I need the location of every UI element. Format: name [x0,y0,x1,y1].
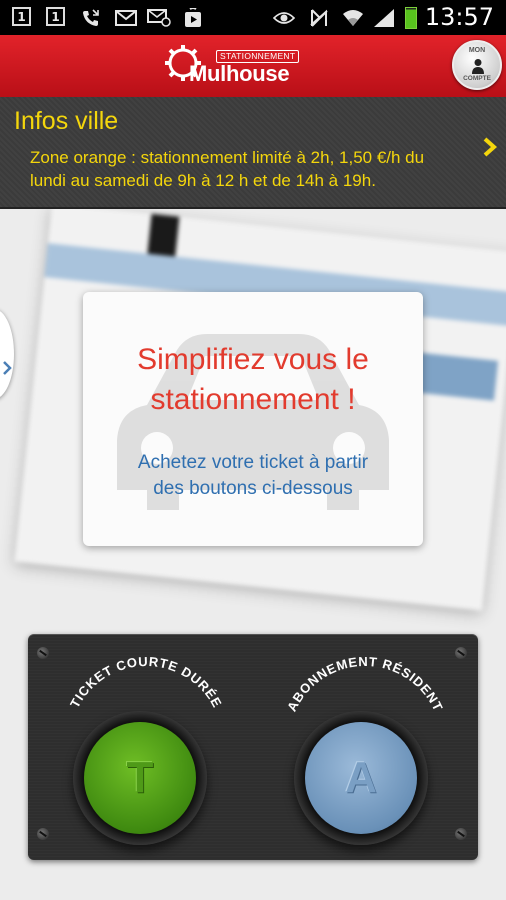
infos-line-1: Zone orange : stationnement limité à 2h,… [30,148,425,167]
promo-card: Simplifiez vous le stationnement ! Achet… [83,292,423,546]
eye-icon [272,7,296,28]
promo-title-line-1: Simplifiez vous le [137,343,369,376]
account-label-bottom: COMPTE [463,75,491,82]
promo-subtitle-line-1: Achetez votre ticket à partir [137,452,369,473]
mulhouse-logo: STATIONNEMENT Mulhouse [163,41,300,89]
promo-subtitle: Achetez votre ticket à partir des bouton… [83,450,423,502]
mute-icon [308,7,330,28]
chevron-right-icon [3,361,12,375]
app-header: STATIONNEMENT Mulhouse MON COMPTE [0,35,506,98]
missed-call-icon [80,7,102,28]
main-content: Simplifiez vous le stationnement ! Achet… [0,209,506,629]
status-bar: 1 1 13:57 [0,0,506,35]
resident-subscription-button[interactable]: A [305,722,417,834]
svg-text:TICKET COURTE DURÉE: TICKET COURTE DURÉE [67,654,225,710]
action-panel: TICKET COURTE DURÉE T ABONNEMENT RÉSIDEN… [28,634,478,860]
ticket-letter: T [126,753,154,802]
notification-1-count: 1 [17,9,26,24]
chevron-right-icon[interactable] [482,137,498,157]
ticket-label: TICKET COURTE DURÉE [67,654,224,710]
infos-line-2: lundi au samedi de 9h à 12 h et de 14h à… [30,171,376,190]
short-term-ticket-button[interactable]: T [84,722,196,834]
infos-title: Infos ville [14,107,119,135]
my-account-button[interactable]: MON COMPTE [452,40,502,90]
wifi-icon [340,7,366,28]
battery-icon [405,7,417,29]
gmail-icon [114,7,138,28]
subscription-letter: A [345,753,377,802]
signal-icon [372,7,396,28]
logo-title: Mulhouse [189,61,290,86]
city-info-banner[interactable]: Infos ville Zone orange : stationnement … [0,97,506,209]
screw-icon [455,828,467,840]
side-drawer-handle[interactable] [0,309,14,399]
notification-2-icon: 1 [46,7,65,26]
promo-subtitle-line-2: des boutons ci-dessous [153,478,353,499]
svg-text:ABONNEMENT RÉSIDENT: ABONNEMENT RÉSIDENT [284,654,446,714]
clock: 13:57 [424,3,494,31]
notification-1-icon: 1 [12,7,31,26]
promo-title-line-2: stationnement ! [150,383,356,416]
email-icon [146,7,172,28]
notification-2-count: 1 [51,9,60,24]
person-icon [472,59,484,74]
promo-title: Simplifiez vous le stationnement ! [83,340,423,420]
account-label-top: MON [468,47,486,54]
screw-icon [37,828,49,840]
infos-message: Zone orange : stationnement limité à 2h,… [30,146,480,192]
subscription-label: ABONNEMENT RÉSIDENT [284,654,445,714]
play-store-icon [182,7,204,28]
